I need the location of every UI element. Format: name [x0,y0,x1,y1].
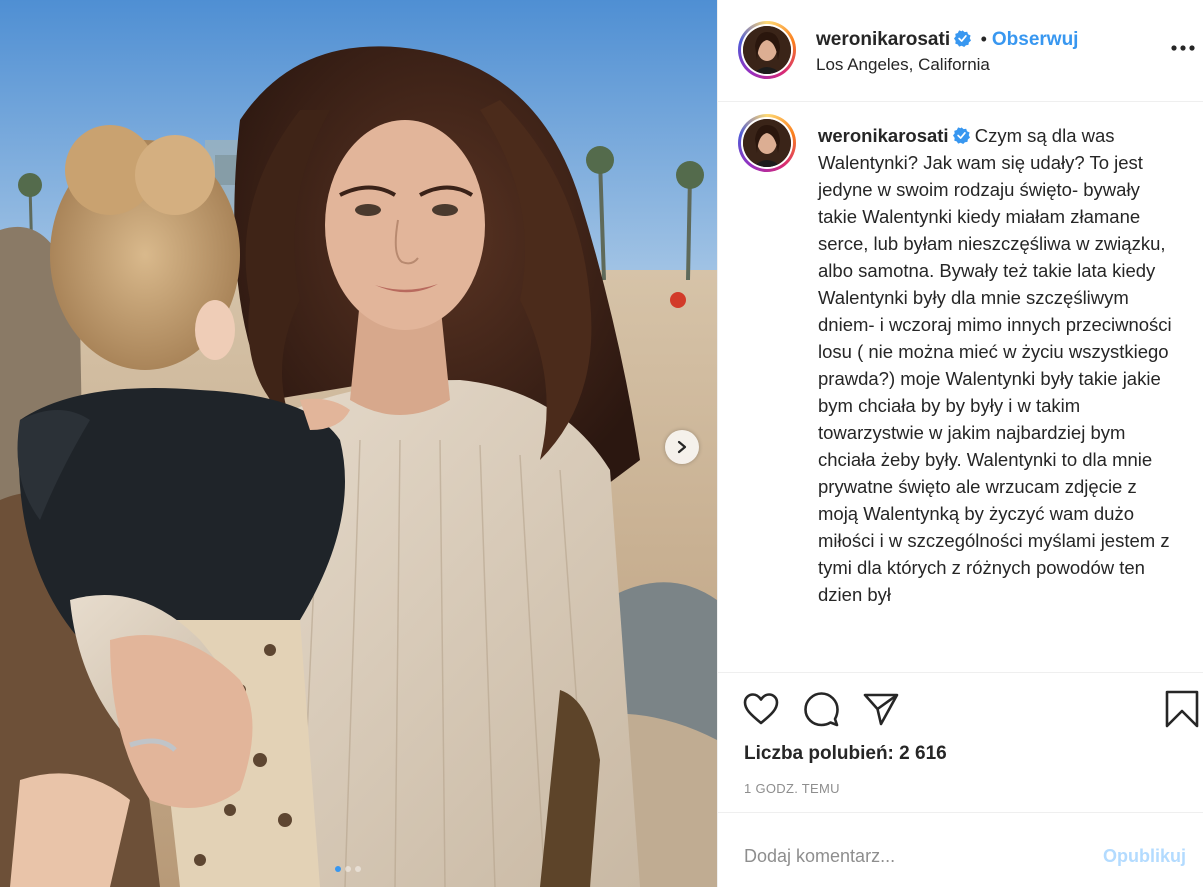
avatar-image [743,119,791,167]
verified-icon [952,127,970,144]
share-icon[interactable] [862,690,900,728]
caption-avatar[interactable] [738,114,796,172]
avatar-image [743,26,791,74]
caption-username[interactable]: weronikarosati [818,125,949,146]
post-photo[interactable] [0,0,717,887]
next-slide-button[interactable] [665,430,699,464]
post-actions: Liczba polubień: 2 616 1 GODZ. TEMU [718,672,1203,812]
username[interactable]: weronikarosati [816,29,950,50]
post-caption: weronikarosati Czym są dla was Walentynk… [818,122,1178,608]
location-link[interactable]: Los Angeles, California [816,55,990,75]
likes-count[interactable]: Liczba polubień: 2 616 [744,743,947,765]
separator-dot: • [980,29,987,49]
verified-icon [954,30,972,47]
bookmark-icon[interactable] [1163,690,1201,728]
heart-icon[interactable] [742,690,780,728]
post-header: weronikarosati • Obserwuj Los Angeles, Ca… [718,0,1203,102]
photo-image [0,0,717,887]
comment-input[interactable] [744,841,1084,871]
more-horizontal-icon[interactable] [1170,38,1196,58]
chevron-right-icon [677,440,687,454]
carousel-dot [355,866,361,872]
comment-icon[interactable] [802,690,840,728]
carousel-dots [335,866,361,872]
post-timestamp[interactable]: 1 GODZ. TEMU [744,781,840,796]
post-sidebar: weronikarosati • Obserwuj Los Angeles, Ca… [717,0,1203,887]
comment-bar: Opublikuj [718,812,1203,887]
carousel-dot [345,866,351,872]
carousel-dot [335,866,341,872]
caption-text: Czym są dla was Walentynki? Jak wam się … [818,125,1172,605]
avatar[interactable] [738,21,796,79]
publish-button[interactable]: Opublikuj [1103,846,1186,867]
follow-button[interactable]: Obserwuj [992,29,1079,50]
